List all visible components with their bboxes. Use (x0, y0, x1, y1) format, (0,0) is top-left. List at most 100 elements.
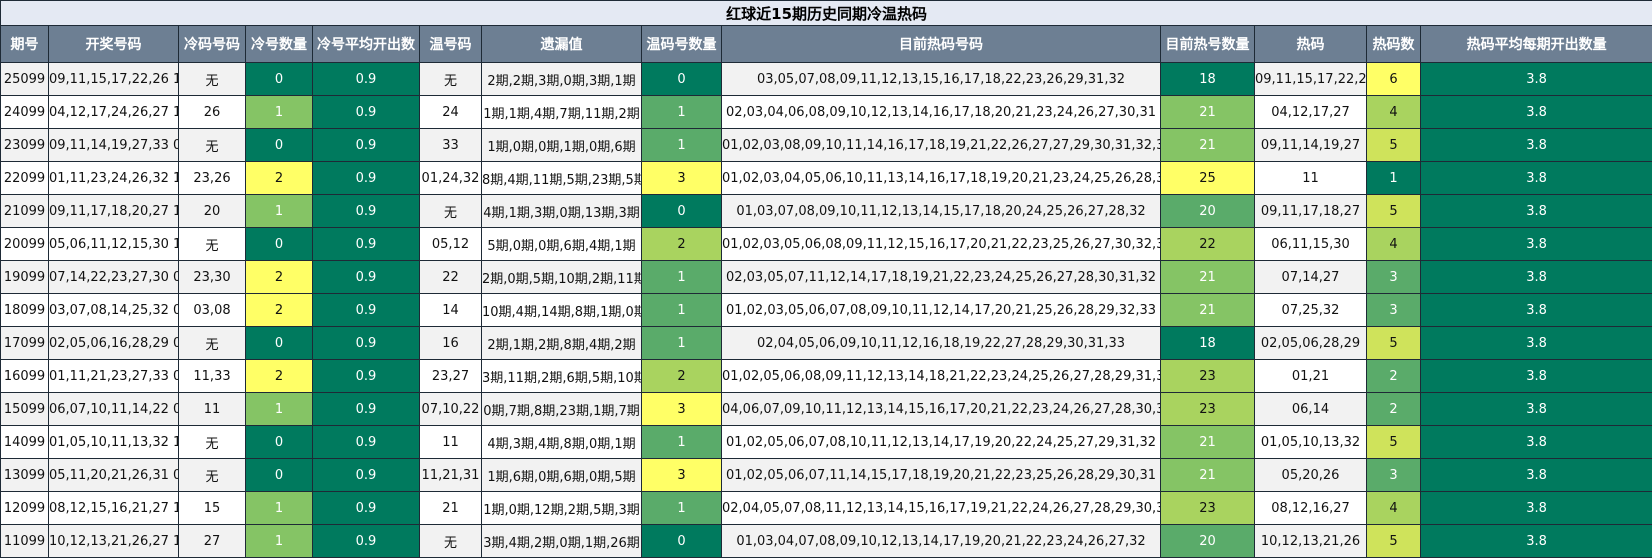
cold-count-cell: 1 (246, 96, 313, 129)
hot-numbers-cell: 08,12,16,27 (1255, 492, 1367, 525)
table-row: 1309905,11,20,21,26,31 03无00.911,21,311期… (1, 459, 1652, 492)
warm-numbers-cell: 01,24,32 (420, 162, 482, 195)
cold-avg-cell: 0.9 (313, 294, 420, 327)
current-hot-count-cell: 20 (1161, 195, 1255, 228)
hot-count-cell: 3 (1367, 294, 1421, 327)
header-warm-numbers: 温号码 (420, 26, 482, 63)
issue-cell: 12099 (1, 492, 49, 525)
table-row: 2109909,11,17,18,20,27 152010.9无4期,1期,3期… (1, 195, 1652, 228)
hot-numbers-cell: 10,12,13,21,26 (1255, 525, 1367, 558)
table-row: 2009905,06,11,12,15,30 12无00.905,125期,0期… (1, 228, 1652, 261)
hot-count-cell: 5 (1367, 327, 1421, 360)
hot-numbers-cell: 07,25,32 (1255, 294, 1367, 327)
current-hot-numbers-cell: 01,03,07,08,09,10,11,12,13,14,15,17,18,2… (722, 195, 1161, 228)
hot-cold-table-view: 红球近15期历史同期冷温热码 期号开奖号码冷码号码冷号数量冷号平均开出数温号码遗… (0, 0, 1652, 557)
cold-count-cell: 2 (246, 261, 313, 294)
warm-count-cell: 1 (642, 261, 722, 294)
cold-count-cell: 0 (246, 426, 313, 459)
current-hot-count-cell: 18 (1161, 327, 1255, 360)
warm-numbers-cell: 16 (420, 327, 482, 360)
winning-numbers-cell: 05,06,11,12,15,30 12 (49, 228, 179, 261)
cold-avg-cell: 0.9 (313, 459, 420, 492)
header-cold-avg: 冷号平均开出数 (313, 26, 420, 63)
cold-numbers-cell: 26 (179, 96, 246, 129)
header-warm-count: 温码号数量 (642, 26, 722, 63)
miss-values-cell: 2期,1期,2期,8期,4期,2期 (482, 327, 642, 360)
table-title: 红球近15期历史同期冷温热码 (1, 1, 1652, 26)
cold-numbers-cell: 23,30 (179, 261, 246, 294)
hot-avg-cell: 3.8 (1421, 294, 1652, 327)
cold-avg-cell: 0.9 (313, 525, 420, 558)
current-hot-numbers-cell: 02,03,05,07,11,12,14,17,18,19,21,22,23,2… (722, 261, 1161, 294)
cold-count-cell: 1 (246, 195, 313, 228)
cold-numbers-cell: 无 (179, 228, 246, 261)
cold-numbers-cell: 无 (179, 129, 246, 162)
miss-values-cell: 1期,0期,0期,1期,0期,6期 (482, 129, 642, 162)
current-hot-numbers-cell: 01,02,05,06,08,09,11,12,13,14,18,21,22,2… (722, 360, 1161, 393)
current-hot-count-cell: 25 (1161, 162, 1255, 195)
cold-count-cell: 0 (246, 459, 313, 492)
current-hot-numbers-cell: 01,02,05,06,07,11,14,15,17,18,19,20,21,2… (722, 459, 1161, 492)
hot-count-cell: 5 (1367, 426, 1421, 459)
warm-count-cell: 1 (642, 426, 722, 459)
issue-cell: 22099 (1, 162, 49, 195)
header-current-hot-numbers: 目前热码号码 (722, 26, 1161, 63)
hot-numbers-cell: 09,11,15,17,22,26 (1255, 63, 1367, 96)
cold-avg-cell: 0.9 (313, 63, 420, 96)
current-hot-count-cell: 22 (1161, 228, 1255, 261)
issue-cell: 13099 (1, 459, 49, 492)
hot-numbers-cell: 01,05,10,13,32 (1255, 426, 1367, 459)
current-hot-count-cell: 21 (1161, 426, 1255, 459)
current-hot-numbers-cell: 01,02,05,06,07,08,10,11,12,13,14,17,19,2… (722, 426, 1161, 459)
miss-values-cell: 5期,0期,0期,6期,4期,1期 (482, 228, 642, 261)
cold-avg-cell: 0.9 (313, 327, 420, 360)
issue-cell: 25099 (1, 63, 49, 96)
warm-numbers-cell: 24 (420, 96, 482, 129)
table-row: 2509909,11,15,17,22,26 14无00.9无2期,2期,3期,… (1, 63, 1652, 96)
cold-avg-cell: 0.9 (313, 228, 420, 261)
warm-numbers-cell: 无 (420, 525, 482, 558)
hot-numbers-cell: 06,14 (1255, 393, 1367, 426)
header-miss-values: 遗漏值 (482, 26, 642, 63)
cold-count-cell: 0 (246, 63, 313, 96)
cold-avg-cell: 0.9 (313, 96, 420, 129)
warm-numbers-cell: 22 (420, 261, 482, 294)
cold-numbers-cell: 无 (179, 63, 246, 96)
current-hot-count-cell: 18 (1161, 63, 1255, 96)
current-hot-numbers-cell: 02,04,05,07,08,11,12,13,14,15,16,17,19,2… (722, 492, 1161, 525)
cold-numbers-cell: 03,08 (179, 294, 246, 327)
title-row: 红球近15期历史同期冷温热码 (1, 1, 1652, 26)
hot-count-cell: 5 (1367, 195, 1421, 228)
winning-numbers-cell: 10,12,13,21,26,27 14 (49, 525, 179, 558)
miss-values-cell: 1期,1期,4期,7期,11期,2期 (482, 96, 642, 129)
winning-numbers-cell: 01,11,23,24,26,32 15 (49, 162, 179, 195)
miss-values-cell: 2期,0期,5期,10期,2期,11期 (482, 261, 642, 294)
hot-avg-cell: 3.8 (1421, 63, 1652, 96)
table-row: 2309909,11,14,19,27,33 05无00.9331期,0期,0期… (1, 129, 1652, 162)
hot-cold-table: 红球近15期历史同期冷温热码 期号开奖号码冷码号码冷号数量冷号平均开出数温号码遗… (0, 0, 1652, 558)
miss-values-cell: 3期,4期,2期,0期,1期,26期 (482, 525, 642, 558)
cold-numbers-cell: 11 (179, 393, 246, 426)
warm-count-cell: 1 (642, 327, 722, 360)
hot-numbers-cell: 07,14,27 (1255, 261, 1367, 294)
hot-avg-cell: 3.8 (1421, 393, 1652, 426)
winning-numbers-cell: 04,12,17,24,26,27 16 (49, 96, 179, 129)
current-hot-count-cell: 23 (1161, 492, 1255, 525)
header-cold-count: 冷号数量 (246, 26, 313, 63)
warm-count-cell: 1 (642, 129, 722, 162)
cold-numbers-cell: 11,33 (179, 360, 246, 393)
current-hot-numbers-cell: 01,02,03,08,09,10,11,14,16,17,18,19,21,2… (722, 129, 1161, 162)
cold-avg-cell: 0.9 (313, 492, 420, 525)
cold-numbers-cell: 23,26 (179, 162, 246, 195)
hot-numbers-cell: 02,05,06,28,29 (1255, 327, 1367, 360)
warm-numbers-cell: 11 (420, 426, 482, 459)
hot-count-cell: 3 (1367, 261, 1421, 294)
miss-values-cell: 8期,4期,11期,5期,23期,5期 (482, 162, 642, 195)
hot-count-cell: 2 (1367, 393, 1421, 426)
warm-count-cell: 1 (642, 96, 722, 129)
hot-avg-cell: 3.8 (1421, 162, 1652, 195)
winning-numbers-cell: 01,11,21,23,27,33 06 (49, 360, 179, 393)
cold-avg-cell: 0.9 (313, 393, 420, 426)
current-hot-numbers-cell: 03,05,07,08,09,11,12,13,15,16,17,18,22,2… (722, 63, 1161, 96)
winning-numbers-cell: 05,11,20,21,26,31 03 (49, 459, 179, 492)
